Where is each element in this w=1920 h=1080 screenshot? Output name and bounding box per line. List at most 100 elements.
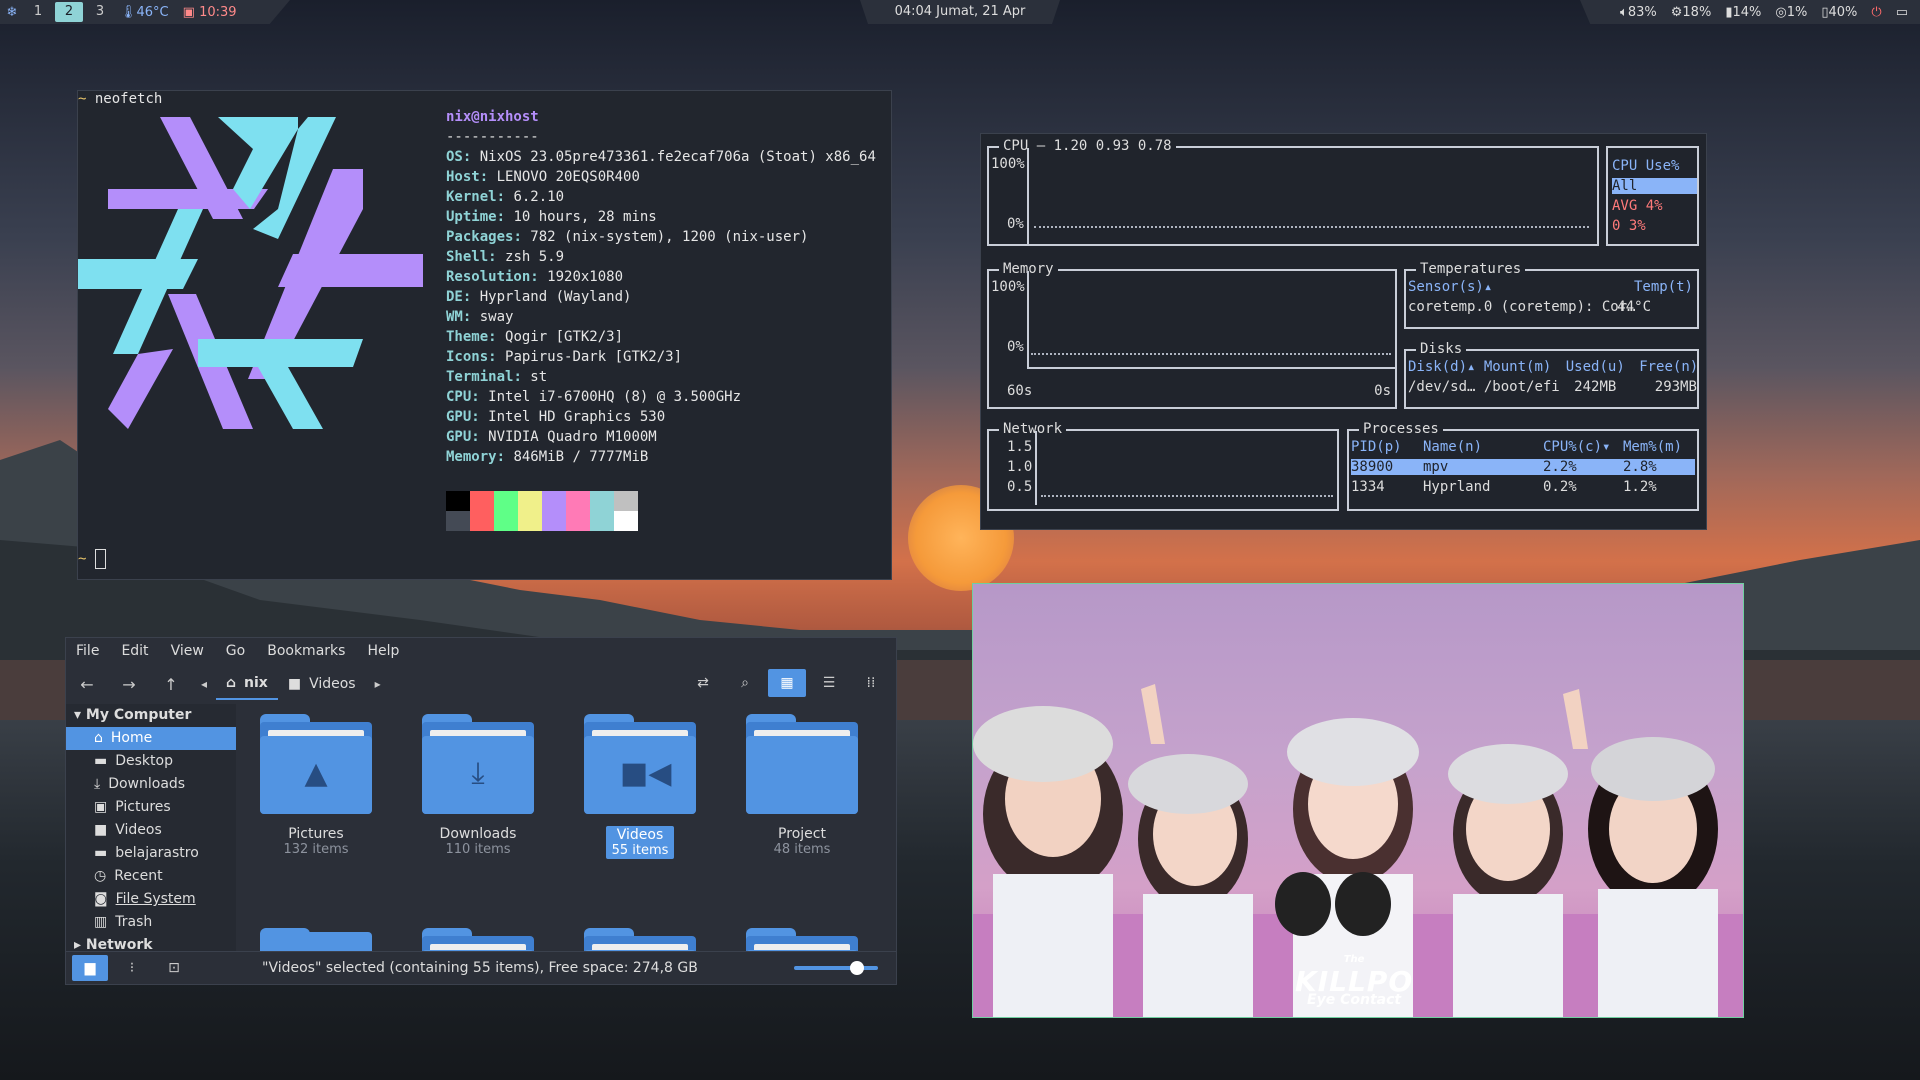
cpu-indicator[interactable]: ⚙18% <box>1671 5 1712 20</box>
temp-col-header[interactable]: Temp(t) <box>1634 279 1693 295</box>
sidebar-item-trash[interactable]: ▥ Trash <box>66 911 236 934</box>
sensor-temp: 44°C <box>1617 299 1651 315</box>
mount-col-header[interactable]: Mount(m) <box>1484 359 1551 375</box>
battery-indicator[interactable]: ▯40% <box>1821 5 1857 20</box>
search-icon[interactable]: ⌕ <box>726 669 764 697</box>
workspace-1[interactable]: 1 <box>24 0 52 24</box>
terminal-window-neofetch[interactable]: ~ neofetch nix@nixhost ----------- OS: N… <box>77 90 892 580</box>
info-key: Uptime <box>446 209 497 225</box>
sidebar-item-label: Recent <box>114 868 163 884</box>
folder-pictures[interactable]: ▲ Pictures 132 items <box>251 714 381 857</box>
status-bar: ▆ ⁝ ⊡ "Videos" selected (containing 55 i… <box>66 951 896 984</box>
compact-view-icon[interactable]: ⁞⁞ <box>852 669 890 697</box>
info-value: 10 hours, 28 mins <box>513 209 657 225</box>
sidebar-item-belajarastro[interactable]: ▬ belajarastro <box>66 842 236 865</box>
zoom-slider[interactable] <box>794 961 878 975</box>
sensor-col-header[interactable]: Sensor(s)▴ <box>1408 279 1492 295</box>
info-row: Resolution: 1920x1080 <box>446 269 624 285</box>
menu-edit[interactable]: Edit <box>121 643 148 659</box>
info-row: Host: LENOVO 20EQS0R400 <box>446 169 640 185</box>
cpu-all-row[interactable]: All <box>1612 178 1697 194</box>
temperatures-box: Temperatures Sensor(s)▴ Temp(t) coretemp… <box>1404 260 1699 329</box>
info-value: NVIDIA Quadro M1000M <box>488 429 657 445</box>
menu-file[interactable]: File <box>76 643 99 659</box>
free-col-header[interactable]: Free(n) <box>1639 359 1698 375</box>
cpu-title: CPU – 1.20 0.93 0.78 <box>999 137 1176 155</box>
folder-downloads[interactable]: ⤓ Downloads 110 items <box>413 714 543 857</box>
show-places-icon[interactable]: ▆ <box>72 955 108 981</box>
pid-col-header[interactable]: PID(p) <box>1351 439 1423 455</box>
list-view-icon[interactable]: ☰ <box>810 669 848 697</box>
sidebar-item-label: Videos <box>115 822 162 838</box>
proc-mem: 2.8% <box>1623 459 1657 475</box>
sidebar-item-label: Downloads <box>108 776 186 792</box>
cpu-value: 18% <box>1682 4 1712 20</box>
breadcrumb-videos[interactable]: ■ Videos <box>278 669 366 699</box>
cpu-col-header[interactable]: CPU%(c)▾ <box>1543 439 1623 455</box>
color-swatch <box>446 491 470 531</box>
info-key: Shell <box>446 249 489 265</box>
workspace-3[interactable]: 3 <box>86 0 114 24</box>
nixos-snowflake-icon[interactable]: ❄ <box>0 5 24 20</box>
mem-col-header[interactable]: Mem%(m) <box>1623 439 1682 455</box>
download-icon: ⤓ <box>471 756 485 791</box>
toggle-sidebar-icon[interactable]: ⊡ <box>156 955 192 981</box>
power-icon[interactable]: ⏻ <box>1871 5 1881 20</box>
use-col-header: Use% <box>1645 158 1680 174</box>
toggle-location-icon[interactable]: ⇄ <box>684 669 722 697</box>
icon-view-icon[interactable]: ▦ <box>768 669 806 697</box>
menu-go[interactable]: Go <box>226 643 245 659</box>
process-row-selected[interactable]: 38900 mpv 2.2% 2.8% <box>1351 459 1695 475</box>
layout-icon[interactable]: ▭ <box>1896 5 1908 20</box>
sidebar-item-downloads[interactable]: ⤓ Downloads <box>66 773 236 796</box>
up-arrow-icon[interactable]: ↑ <box>150 675 192 694</box>
video-camera-icon: ■ <box>94 822 108 838</box>
desktop-icon: ▬ <box>94 753 108 769</box>
sidebar-item-desktop[interactable]: ▬ Desktop <box>66 750 236 773</box>
folder-videos[interactable]: ■◀ Videos 55 items <box>575 714 705 859</box>
forward-arrow-icon[interactable]: → <box>108 675 150 694</box>
breadcrumb-left-icon[interactable]: ◂ <box>192 677 216 691</box>
memory-indicator[interactable]: ▮14% <box>1725 5 1761 20</box>
breadcrumb-label: nix <box>244 675 268 691</box>
zoom-slider-knob[interactable] <box>850 961 864 975</box>
volume-value: 83% <box>1627 4 1657 20</box>
disk-free: 293MB <box>1654 379 1697 395</box>
show-treeview-icon[interactable]: ⁝ <box>114 955 150 981</box>
btop-window[interactable]: CPU – 1.20 0.93 0.78 100% 0% CPU Use% Al… <box>980 133 1707 530</box>
proc-cpu: 2.2% <box>1543 459 1577 475</box>
info-key: Resolution <box>446 269 531 285</box>
sidebar-item-recent[interactable]: ◷ Recent <box>66 865 236 888</box>
sidebar-item-label: Desktop <box>115 753 173 769</box>
video-camera-icon: ■◀ <box>620 756 672 791</box>
disk-indicator[interactable]: ◎1% <box>1775 5 1807 20</box>
sidebar-section-my-computer[interactable]: ▾ My Computer <box>66 704 236 727</box>
breadcrumb-home[interactable]: ⌂ nix <box>216 668 278 700</box>
disk-col-header[interactable]: Disk(d)▴ <box>1408 359 1475 375</box>
volume-indicator[interactable]: 🔈︎83% <box>1620 5 1657 20</box>
clock-date[interactable]: 04:04 Jumat, 21 Apr <box>860 0 1060 24</box>
menu-view[interactable]: View <box>171 643 204 659</box>
file-manager-window[interactable]: File Edit View Go Bookmarks Help ← → ↑ ◂… <box>65 637 897 985</box>
back-arrow-icon[interactable]: ← <box>66 675 108 694</box>
folder-count: 110 items <box>445 842 511 857</box>
sidebar-item-label: Pictures <box>115 799 171 815</box>
info-key: Kernel <box>446 189 497 205</box>
name-col-header[interactable]: Name(n) <box>1423 439 1543 455</box>
prompt-line-active[interactable]: ~ <box>78 549 106 569</box>
sidebar-item-videos[interactable]: ■ Videos <box>66 819 236 842</box>
info-row: GPU: NVIDIA Quadro M1000M <box>446 429 657 445</box>
workspace-2[interactable]: 2 <box>55 2 83 22</box>
folder-project[interactable]: Project 48 items <box>737 714 867 857</box>
image-viewer-window[interactable]: The KILLPO Eye Contact <box>972 583 1744 1018</box>
process-row[interactable]: 1334 Hyprland 0.2% 1.2% <box>1351 479 1695 495</box>
disk-icon: ◎ <box>1775 4 1787 20</box>
sidebar-item-file-system[interactable]: ◙ File System <box>66 888 236 911</box>
sidebar-item-pictures[interactable]: ▣ Pictures <box>66 796 236 819</box>
breadcrumb-right-icon[interactable]: ▸ <box>366 677 390 691</box>
used-col-header[interactable]: Used(u) <box>1566 359 1625 375</box>
menu-bookmarks[interactable]: Bookmarks <box>267 643 345 659</box>
sidebar-item-home[interactable]: ⌂ Home <box>66 727 236 750</box>
disk-used: 242MB <box>1574 379 1617 395</box>
menu-help[interactable]: Help <box>367 643 399 659</box>
